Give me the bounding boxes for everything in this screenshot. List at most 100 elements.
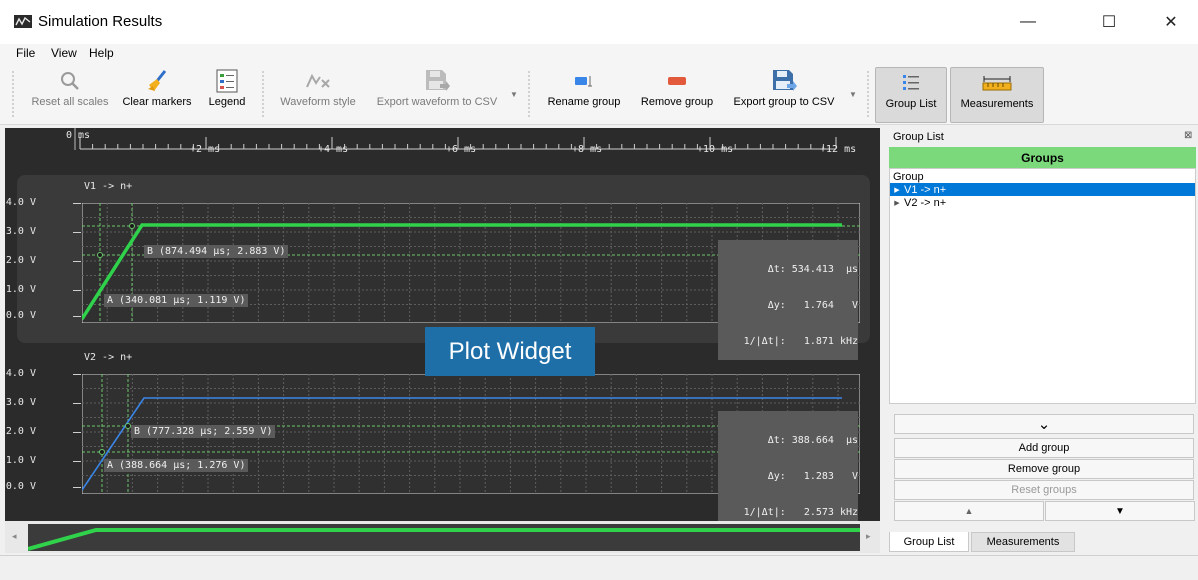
meas-freq-v2: 1/|Δt|: 2.573 kHz bbox=[743, 507, 858, 518]
marker-b-label-v1: B (874.494 µs; 2.883 V) bbox=[144, 245, 289, 258]
overview-waveform[interactable] bbox=[28, 524, 860, 551]
group-tree[interactable]: Group ▶ V1 -> n+ ▶ V2 -> n+ bbox=[889, 168, 1196, 404]
group-list-toggle-label: Group List bbox=[885, 98, 937, 110]
group-list-toggle[interactable]: Group List bbox=[875, 67, 947, 123]
tree-item-v1[interactable]: ▶ V1 -> n+ bbox=[890, 183, 1195, 196]
y-tick-mark bbox=[73, 203, 81, 204]
marker-a-point[interactable] bbox=[97, 252, 103, 258]
title-bar: Simulation Results — ☐ ✕ bbox=[0, 0, 1198, 44]
measurements-toggle[interactable]: Measurements bbox=[950, 67, 1044, 123]
marker-b-point[interactable] bbox=[129, 223, 135, 229]
y-tick-mark bbox=[73, 432, 81, 433]
scroll-left-arrow-icon[interactable]: ◂ bbox=[12, 531, 17, 542]
measurements-toggle-label: Measurements bbox=[960, 98, 1034, 110]
y-tick-label: 0.0 V bbox=[5, 310, 36, 321]
clear-markers-button[interactable]: Clear markers bbox=[118, 66, 196, 122]
move-up-button[interactable]: ▲ bbox=[894, 501, 1044, 521]
marker-a-label-v2: A (388.664 µs; 1.276 V) bbox=[104, 459, 249, 472]
y-tick-mark bbox=[73, 487, 81, 488]
broom-icon bbox=[148, 70, 167, 91]
minus-icon bbox=[668, 77, 686, 85]
time-tick-label: +8 ms bbox=[572, 144, 603, 155]
y-tick-label: 4.0 V bbox=[5, 197, 36, 208]
time-axis[interactable] bbox=[5, 128, 880, 172]
menu-help[interactable]: Help bbox=[89, 46, 114, 60]
y-tick-label: 3.0 V bbox=[5, 397, 36, 408]
y-tick-mark bbox=[73, 290, 81, 291]
tree-item-label: V2 -> n+ bbox=[904, 196, 947, 209]
panel-close-icon[interactable]: ⊠ bbox=[1184, 130, 1192, 141]
meas-dy-v2: Δy: 1.283 V bbox=[767, 471, 858, 482]
remove-group-panel-button[interactable]: Remove group bbox=[894, 459, 1194, 479]
collapse-button[interactable]: ⌄ bbox=[894, 414, 1194, 434]
y-tick-mark bbox=[73, 232, 81, 233]
plot-widget-overlay: Plot Widget bbox=[425, 327, 595, 376]
panel-splitter[interactable] bbox=[880, 128, 886, 553]
reset-scales-button[interactable]: Reset all scales bbox=[26, 66, 114, 122]
legend-button[interactable]: Legend bbox=[204, 66, 250, 122]
reset-scales-label: Reset all scales bbox=[31, 96, 109, 108]
waveform-style-label: Waveform style bbox=[280, 96, 356, 108]
time-tick-label: +6 ms bbox=[446, 144, 477, 155]
toolbar-grip[interactable] bbox=[527, 70, 531, 118]
y-tick-mark bbox=[73, 461, 81, 462]
zoom-reset-icon bbox=[61, 72, 79, 90]
export-group-label: Export group to CSV bbox=[733, 96, 835, 108]
legend-label: Legend bbox=[208, 96, 246, 108]
y-tick-mark bbox=[73, 316, 81, 317]
maximize-button[interactable]: ☐ bbox=[1086, 0, 1132, 44]
groups-header: Groups bbox=[889, 147, 1196, 168]
window-title: Simulation Results bbox=[38, 13, 163, 30]
y-tick-label: 2.0 V bbox=[5, 255, 36, 266]
rename-group-button[interactable]: Rename group bbox=[541, 66, 627, 122]
marker-b-label-v2: B (777.328 µs; 2.559 V) bbox=[131, 425, 276, 438]
toolbar-grip[interactable] bbox=[261, 70, 265, 118]
waveform-style-button[interactable]: Waveform style bbox=[274, 66, 362, 122]
meas-freq-v1: 1/|Δt|: 1.871 kHz bbox=[743, 336, 858, 347]
close-button[interactable]: ✕ bbox=[1148, 0, 1194, 44]
minimize-button[interactable]: — bbox=[1005, 0, 1051, 44]
y-tick-label: 4.0 V bbox=[5, 368, 36, 379]
marker-a-point[interactable] bbox=[99, 449, 105, 455]
move-down-button[interactable]: ▼ bbox=[1045, 501, 1195, 521]
time-tick-label: +4 ms bbox=[318, 144, 349, 155]
toolbar-grip[interactable] bbox=[866, 70, 870, 118]
plot-title-v2: V2 -> n+ bbox=[84, 352, 133, 363]
export-waveform-dropdown-icon[interactable]: ▼ bbox=[510, 90, 518, 99]
y-tick-label: 1.0 V bbox=[5, 284, 36, 295]
reset-groups-button[interactable]: Reset groups bbox=[894, 480, 1194, 500]
toolbar-grip[interactable] bbox=[11, 70, 15, 118]
tab-measurements[interactable]: Measurements bbox=[971, 532, 1075, 552]
time-tick-label: 0 ms bbox=[66, 130, 91, 141]
group-panel-title: Group List bbox=[893, 131, 944, 143]
menu-view[interactable]: View bbox=[51, 46, 77, 60]
export-waveform-button[interactable]: Export waveform to CSV bbox=[370, 66, 504, 122]
remove-group-label: Remove group bbox=[640, 96, 714, 108]
export-group-button[interactable]: Export group to CSV bbox=[726, 66, 842, 122]
app-icon bbox=[14, 15, 32, 28]
marker-b-point[interactable] bbox=[125, 423, 131, 429]
rename-group-label: Rename group bbox=[547, 96, 621, 108]
tree-item-v2[interactable]: ▶ V2 -> n+ bbox=[890, 196, 1195, 209]
rename-group-icon bbox=[575, 76, 592, 87]
time-tick-label: +12 ms bbox=[820, 144, 857, 155]
expand-arrow-icon[interactable]: ▶ bbox=[890, 186, 904, 194]
y-tick-label: 2.0 V bbox=[5, 426, 36, 437]
y-tick-label: 0.0 V bbox=[5, 481, 36, 492]
legend-icon bbox=[216, 69, 238, 93]
menu-file[interactable]: File bbox=[16, 46, 35, 60]
y-tick-label: 1.0 V bbox=[5, 455, 36, 466]
meas-dy-v1: Δy: 1.764 V bbox=[767, 300, 858, 311]
y-tick-mark bbox=[73, 261, 81, 262]
list-icon bbox=[903, 75, 919, 90]
tab-group-list[interactable]: Group List bbox=[889, 532, 969, 552]
remove-group-button[interactable]: Remove group bbox=[634, 66, 720, 122]
y-tick-mark bbox=[73, 403, 81, 404]
add-group-button[interactable]: Add group bbox=[894, 438, 1194, 458]
time-tick-label: +2 ms bbox=[190, 144, 221, 155]
save-export-icon bbox=[426, 70, 450, 91]
expand-arrow-icon[interactable]: ▶ bbox=[890, 199, 904, 207]
export-group-dropdown-icon[interactable]: ▼ bbox=[849, 90, 857, 99]
scroll-right-arrow-icon[interactable]: ▸ bbox=[866, 531, 871, 542]
plot-title-v1: V1 -> n+ bbox=[84, 181, 133, 192]
